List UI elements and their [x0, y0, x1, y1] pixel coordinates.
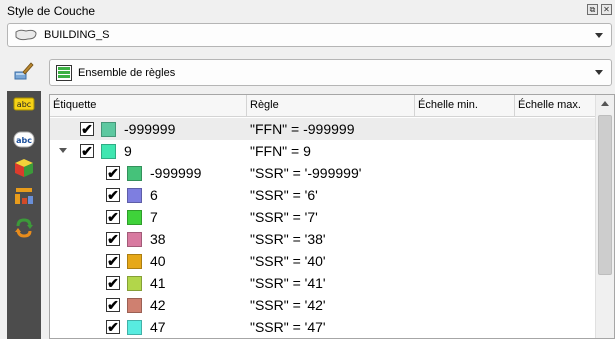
rule-label: 40: [150, 253, 166, 269]
symbol-swatch[interactable]: [101, 122, 116, 137]
rule-checkbox[interactable]: ✔: [80, 144, 94, 158]
symbol-swatch[interactable]: [127, 210, 142, 225]
rule-expression: "SSR" = '38': [250, 231, 326, 247]
rule-checkbox[interactable]: ✔: [106, 320, 120, 334]
rule-label: 41: [150, 275, 166, 291]
rule-label: 47: [150, 319, 166, 335]
column-header-max-scale[interactable]: Échelle max.: [515, 95, 595, 117]
symbol-swatch[interactable]: [127, 254, 142, 269]
float-panel-button[interactable]: ⧉: [587, 4, 598, 15]
rule-checkbox[interactable]: ✔: [106, 232, 120, 246]
tree-row[interactable]: ✔ 47 "SSR" = '47': [50, 316, 595, 338]
symbol-swatch[interactable]: [101, 144, 116, 159]
layer-combo[interactable]: BUILDING_S: [7, 23, 612, 47]
tree-row[interactable]: ✔ 40 "SSR" = '40': [50, 250, 595, 272]
labels-icon[interactable]: abc: [13, 97, 35, 111]
style-sidebar: abc abc: [7, 91, 41, 339]
tree-header: Étiquette Règle Échelle min. Échelle max…: [50, 95, 595, 117]
panel-titlebar: Style de Couche ⧉ ✕: [0, 0, 615, 22]
rule-expression: "SSR" = '-999999': [250, 165, 362, 181]
rule-label: 9: [124, 143, 132, 159]
symbol-swatch[interactable]: [127, 276, 142, 291]
renderer-combo[interactable]: Ensemble de règles: [49, 59, 612, 86]
symbol-swatch[interactable]: [127, 232, 142, 247]
labels-abc-icon[interactable]: abc: [13, 129, 35, 151]
rule-checkbox[interactable]: ✔: [106, 254, 120, 268]
tree-row[interactable]: ✔ 7 "SSR" = '7': [50, 206, 595, 228]
rule-expression: "SSR" = '40': [250, 253, 326, 269]
rule-expression: "FFN" = -999999: [250, 121, 355, 137]
rule-label: 7: [150, 209, 158, 225]
rule-checkbox[interactable]: ✔: [106, 276, 120, 290]
rule-expression: "SSR" = '7': [250, 209, 318, 225]
diagram-icon[interactable]: [13, 186, 35, 208]
rule-label: 6: [150, 187, 158, 203]
tree-row[interactable]: ✔ -999999 "FFN" = -999999: [50, 118, 595, 140]
svg-text:abc: abc: [17, 100, 31, 109]
renderer-combo-value: Ensemble de règles: [78, 67, 176, 79]
symbol-swatch[interactable]: [127, 166, 142, 181]
scroll-up-icon[interactable]: [601, 101, 609, 106]
symbol-swatch[interactable]: [127, 320, 142, 335]
rule-label: 38: [150, 231, 166, 247]
rule-expression: "SSR" = '47': [250, 319, 326, 335]
chevron-down-icon[interactable]: [595, 70, 603, 75]
rule-checkbox[interactable]: ✔: [80, 122, 94, 136]
tree-row[interactable]: ✔ 9 "FFN" = 9: [50, 140, 595, 162]
rule-label: 42: [150, 297, 166, 313]
tree-row[interactable]: ✔ -999999 "SSR" = '-999999': [50, 162, 595, 184]
history-icon[interactable]: [13, 217, 35, 239]
rule-checkbox[interactable]: ✔: [106, 188, 120, 202]
rule-expression: "FFN" = 9: [250, 143, 311, 159]
symbol-swatch[interactable]: [127, 298, 142, 313]
panel-title: Style de Couche: [7, 4, 96, 18]
rule-expression: "SSR" = '42': [250, 297, 326, 313]
rule-based-icon: [56, 65, 72, 81]
layer-combo-value: BUILDING_S: [44, 29, 110, 41]
vertical-scrollbar[interactable]: [595, 95, 614, 338]
svg-text:abc: abc: [16, 136, 32, 145]
chevron-down-icon[interactable]: [595, 33, 603, 38]
close-panel-button[interactable]: ✕: [601, 4, 612, 15]
tree-row[interactable]: ✔ 42 "SSR" = '42': [50, 294, 595, 316]
column-header-label[interactable]: Étiquette: [50, 95, 247, 117]
column-header-rule[interactable]: Règle: [247, 95, 415, 117]
symbol-swatch[interactable]: [127, 188, 142, 203]
scroll-thumb[interactable]: [598, 115, 612, 275]
polygon-layer-icon: [14, 29, 38, 41]
3d-box-icon[interactable]: [13, 157, 35, 179]
expand-arrow-icon[interactable]: [59, 148, 67, 153]
paintbrush-icon[interactable]: [13, 60, 35, 82]
rule-checkbox[interactable]: ✔: [106, 298, 120, 312]
tree-row[interactable]: ✔ 41 "SSR" = '41': [50, 272, 595, 294]
rule-expression: "SSR" = '6': [250, 187, 318, 203]
rule-checkbox[interactable]: ✔: [106, 210, 120, 224]
rule-label: -999999: [124, 121, 176, 137]
tree-row[interactable]: ✔ 6 "SSR" = '6': [50, 184, 595, 206]
column-header-min-scale[interactable]: Échelle min.: [415, 95, 515, 117]
rule-checkbox[interactable]: ✔: [106, 166, 120, 180]
rules-tree[interactable]: Étiquette Règle Échelle min. Échelle max…: [49, 94, 615, 339]
rule-expression: "SSR" = '41': [250, 275, 326, 291]
rule-label: -999999: [150, 165, 202, 181]
tree-row[interactable]: ✔ 38 "SSR" = '38': [50, 228, 595, 250]
